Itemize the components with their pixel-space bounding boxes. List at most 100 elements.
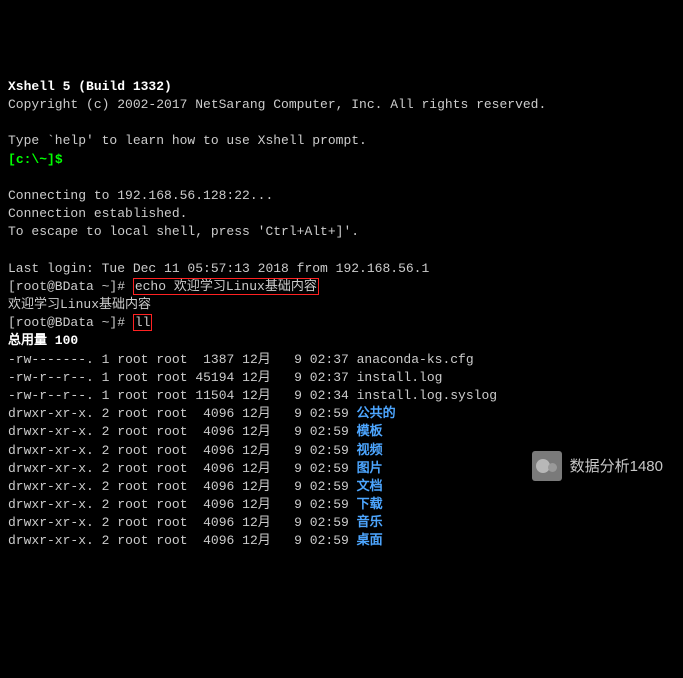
shell-prompt: [root@BData ~]# bbox=[8, 315, 133, 330]
file-day: 9 bbox=[286, 515, 302, 530]
file-links: 1 bbox=[102, 388, 110, 403]
file-size: 4096 bbox=[195, 479, 234, 494]
file-time: 02:37 bbox=[310, 352, 349, 367]
file-links: 1 bbox=[102, 370, 110, 385]
file-perms: -rw-r--r--. bbox=[8, 388, 94, 403]
copyright-line: Copyright (c) 2002-2017 NetSarang Comput… bbox=[8, 97, 546, 112]
file-size: 4096 bbox=[195, 443, 234, 458]
file-month: 12月 bbox=[242, 406, 271, 421]
file-owner: root bbox=[117, 533, 148, 548]
file-group: root bbox=[156, 352, 187, 367]
file-owner: root bbox=[117, 424, 148, 439]
file-size: 4096 bbox=[195, 497, 234, 512]
file-group: root bbox=[156, 533, 187, 548]
local-prompt-open: [ bbox=[8, 152, 16, 167]
file-size: 11504 bbox=[195, 388, 234, 403]
file-time: 02:59 bbox=[310, 443, 349, 458]
file-month: 12月 bbox=[242, 370, 271, 385]
file-owner: root bbox=[117, 352, 148, 367]
file-perms: drwxr-xr-x. bbox=[8, 533, 94, 548]
file-links: 2 bbox=[102, 443, 110, 458]
file-group: root bbox=[156, 388, 187, 403]
file-size: 4096 bbox=[195, 515, 234, 530]
file-month: 12月 bbox=[242, 533, 271, 548]
file-links: 1 bbox=[102, 352, 110, 367]
app-title: Xshell 5 (Build 1332) bbox=[8, 79, 172, 94]
command-echo: echo 欢迎学习Linux基础内容 bbox=[133, 278, 319, 295]
file-perms: -rw-------. bbox=[8, 352, 94, 367]
file-name: 桌面 bbox=[357, 533, 383, 548]
file-links: 2 bbox=[102, 515, 110, 530]
file-group: root bbox=[156, 406, 187, 421]
file-owner: root bbox=[117, 443, 148, 458]
file-time: 02:59 bbox=[310, 424, 349, 439]
file-name: 音乐 bbox=[357, 515, 383, 530]
file-month: 12月 bbox=[242, 352, 271, 367]
file-size: 45194 bbox=[195, 370, 234, 385]
file-time: 02:37 bbox=[310, 370, 349, 385]
file-time: 02:59 bbox=[310, 479, 349, 494]
file-name: anaconda-ks.cfg bbox=[357, 352, 474, 367]
file-day: 9 bbox=[286, 497, 302, 512]
file-month: 12月 bbox=[242, 479, 271, 494]
file-owner: root bbox=[117, 370, 148, 385]
file-group: root bbox=[156, 370, 187, 385]
file-owner: root bbox=[117, 461, 148, 476]
file-group: root bbox=[156, 515, 187, 530]
file-links: 2 bbox=[102, 406, 110, 421]
total-line: 总用量 100 bbox=[8, 333, 78, 348]
local-prompt-path: c:\~ bbox=[16, 152, 47, 167]
file-day: 9 bbox=[286, 443, 302, 458]
file-links: 2 bbox=[102, 461, 110, 476]
file-links: 2 bbox=[102, 479, 110, 494]
file-size: 4096 bbox=[195, 424, 234, 439]
file-time: 02:34 bbox=[310, 388, 349, 403]
wechat-icon bbox=[532, 451, 562, 481]
file-time: 02:59 bbox=[310, 533, 349, 548]
echo-output: 欢迎学习Linux基础内容 bbox=[8, 297, 151, 312]
file-time: 02:59 bbox=[310, 497, 349, 512]
escape-hint: To escape to local shell, press 'Ctrl+Al… bbox=[8, 224, 359, 239]
file-name: 公共的 bbox=[357, 406, 396, 421]
file-perms: drwxr-xr-x. bbox=[8, 497, 94, 512]
file-owner: root bbox=[117, 479, 148, 494]
file-month: 12月 bbox=[242, 388, 271, 403]
file-perms: drwxr-xr-x. bbox=[8, 461, 94, 476]
file-name: 下载 bbox=[357, 497, 383, 512]
file-perms: drwxr-xr-x. bbox=[8, 424, 94, 439]
file-name: install.log.syslog bbox=[357, 388, 497, 403]
file-day: 9 bbox=[286, 370, 302, 385]
file-name: 模板 bbox=[357, 424, 383, 439]
file-name: install.log bbox=[357, 370, 443, 385]
file-time: 02:59 bbox=[310, 515, 349, 530]
file-month: 12月 bbox=[242, 515, 271, 530]
shell-prompt: [root@BData ~]# bbox=[8, 279, 133, 294]
connecting-line: Connecting to 192.168.56.128:22... bbox=[8, 188, 273, 203]
watermark-text: 数据分析1480 bbox=[570, 456, 663, 477]
file-perms: drwxr-xr-x. bbox=[8, 443, 94, 458]
file-name: 文档 bbox=[357, 479, 383, 494]
file-owner: root bbox=[117, 388, 148, 403]
file-name: 视频 bbox=[357, 443, 383, 458]
file-group: root bbox=[156, 443, 187, 458]
file-day: 9 bbox=[286, 352, 302, 367]
file-day: 9 bbox=[286, 388, 302, 403]
file-day: 9 bbox=[286, 461, 302, 476]
file-day: 9 bbox=[286, 533, 302, 548]
file-size: 1387 bbox=[195, 352, 234, 367]
file-perms: -rw-r--r--. bbox=[8, 370, 94, 385]
file-owner: root bbox=[117, 497, 148, 512]
file-size: 4096 bbox=[195, 461, 234, 476]
file-month: 12月 bbox=[242, 443, 271, 458]
file-group: root bbox=[156, 479, 187, 494]
file-links: 2 bbox=[102, 533, 110, 548]
file-name: 图片 bbox=[357, 461, 383, 476]
file-perms: drwxr-xr-x. bbox=[8, 515, 94, 530]
file-month: 12月 bbox=[242, 424, 271, 439]
file-month: 12月 bbox=[242, 497, 271, 512]
last-login: Last login: Tue Dec 11 05:57:13 2018 fro… bbox=[8, 261, 429, 276]
help-hint: Type `help' to learn how to use Xshell p… bbox=[8, 133, 367, 148]
file-owner: root bbox=[117, 515, 148, 530]
file-links: 2 bbox=[102, 424, 110, 439]
file-links: 2 bbox=[102, 497, 110, 512]
